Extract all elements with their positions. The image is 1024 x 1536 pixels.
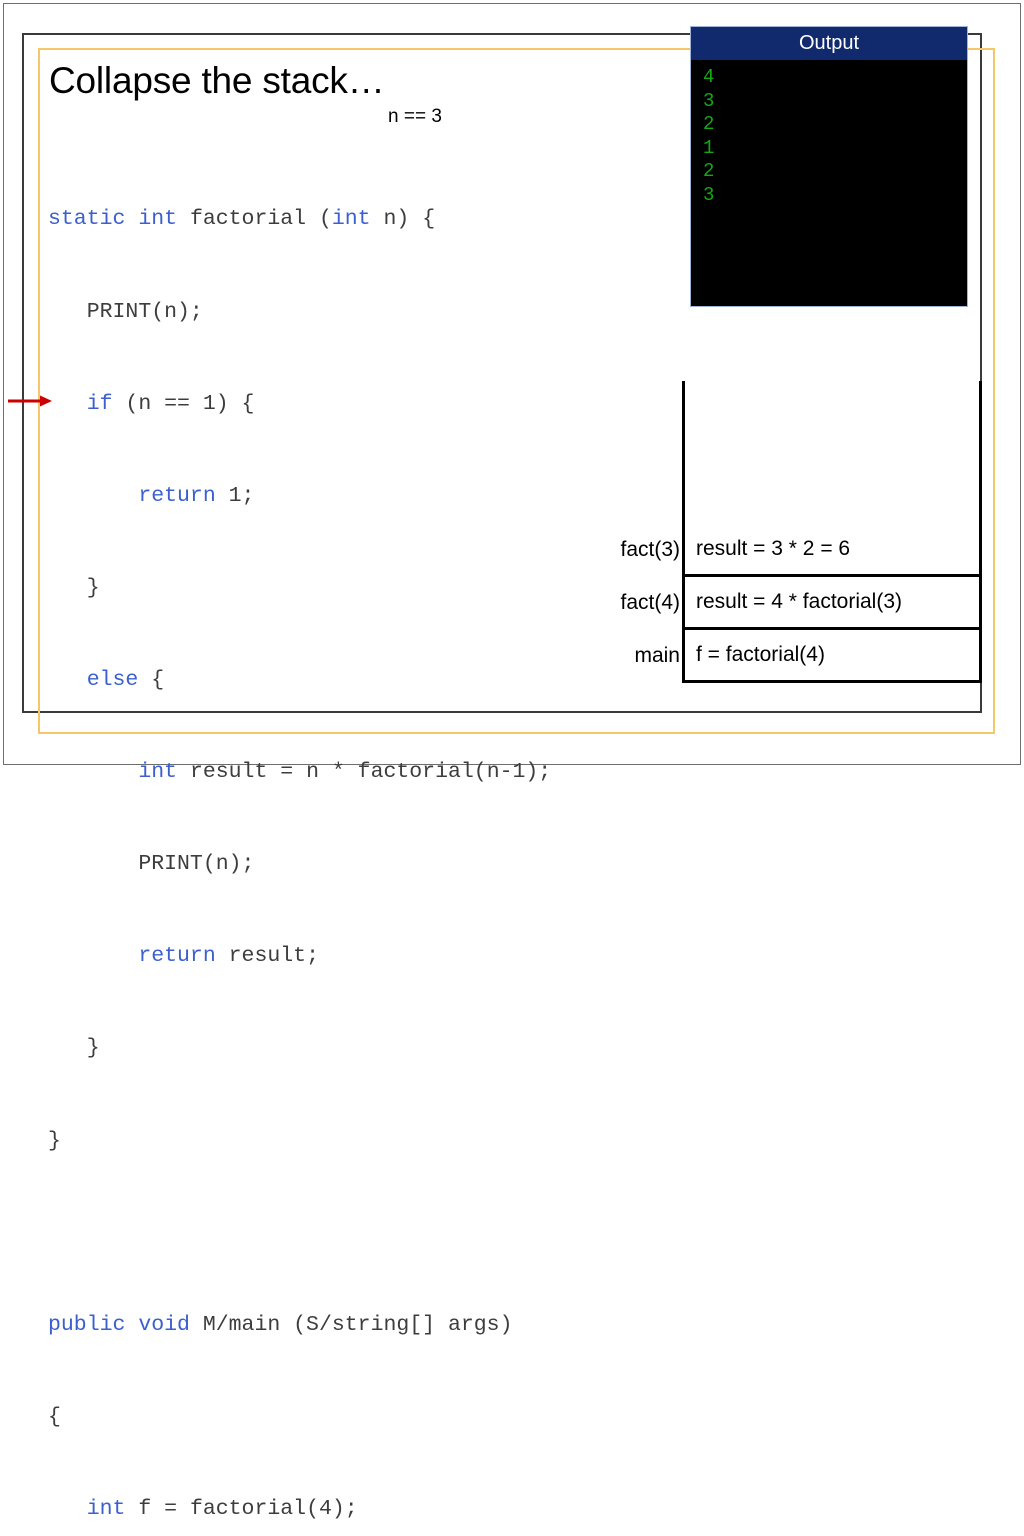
code-line: static int factorial (int n) {: [48, 207, 436, 232]
stack-frame: result = 4 * factorial(3): [682, 577, 982, 630]
output-line: 1: [703, 136, 715, 159]
code-line: int f = factorial(4);: [86, 1496, 358, 1521]
code-line: }: [48, 1036, 100, 1061]
code-line: else {: [86, 667, 165, 692]
code-line: int result = n * factorial(n-1);: [138, 760, 552, 785]
code-line: return 1;: [138, 483, 255, 508]
stack-frame: f = factorial(4): [682, 630, 982, 683]
page-title: Collapse the stack…: [49, 60, 385, 101]
code-line: PRINT(n);: [48, 299, 203, 324]
stack-frame-label: fact(4): [620, 591, 680, 614]
output-line: 3: [703, 89, 715, 112]
stack-empty-region: [682, 381, 982, 524]
code-line: PRINT(n);: [48, 852, 255, 877]
output-panel-title: Output: [691, 27, 967, 60]
call-stack-diagram: result = 3 * 2 = 6 result = 4 * factoria…: [682, 381, 982, 683]
n-value-annotation: n == 3: [388, 106, 442, 127]
code-line: if (n == 1) {: [86, 391, 255, 416]
stack-frame: result = 3 * 2 = 6: [682, 524, 982, 577]
code-line: }: [48, 1128, 61, 1153]
output-console-panel: Output 4 3 2 1 2 3: [690, 26, 968, 307]
code-line: return result;: [138, 944, 319, 969]
stack-frame-label: fact(3): [620, 538, 680, 561]
output-line: 4: [703, 66, 715, 88]
code-line: public void M/main (S/string[] args): [48, 1312, 513, 1337]
output-line: 2: [703, 113, 715, 136]
output-line: 3: [703, 183, 715, 206]
stack-frame-label: main: [634, 644, 680, 667]
code-listing: static int factorial (int n) { PRINT(n);…: [48, 143, 668, 1536]
output-console-text: 4 3 2 1 2 3: [691, 60, 967, 306]
code-line: {: [48, 1404, 61, 1429]
output-line: 2: [703, 160, 715, 183]
execution-pointer-arrow-icon: [8, 395, 52, 407]
